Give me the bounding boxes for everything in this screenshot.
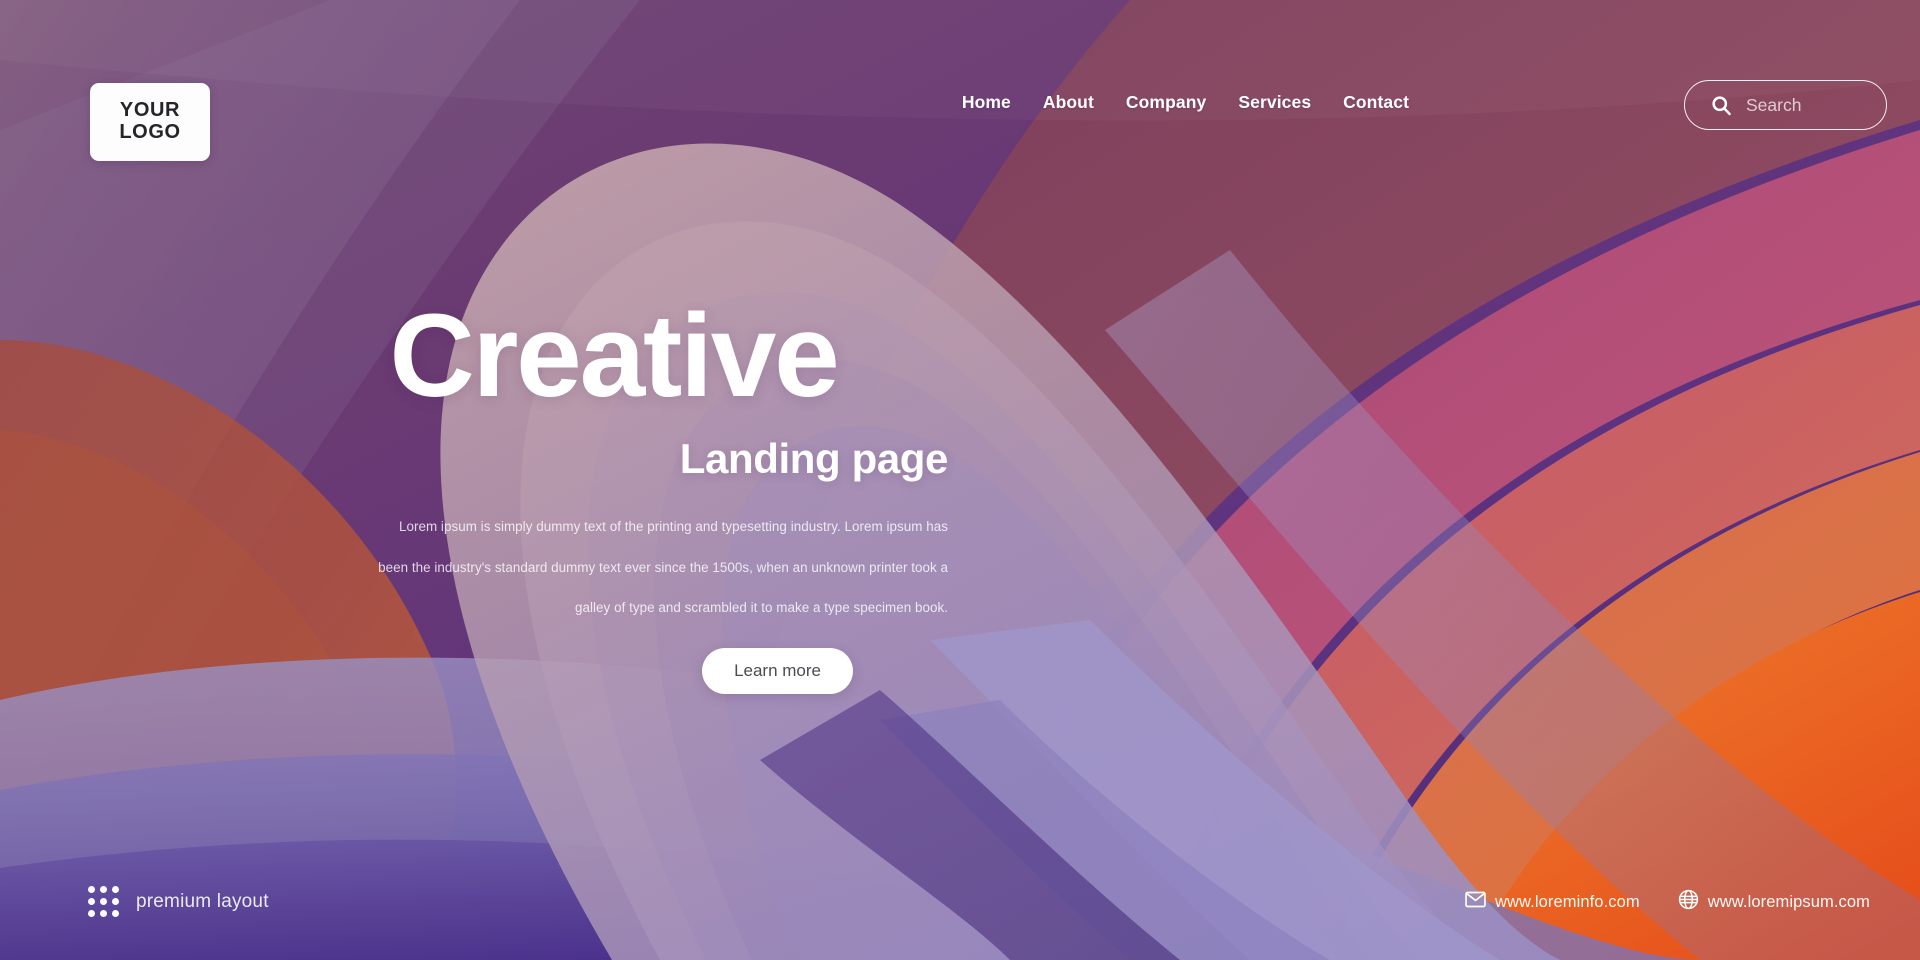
footer-contacts: www.loreminfo.com www.loremipsum.com <box>1465 889 1870 915</box>
premium-layout-badge[interactable]: premium layout <box>88 886 269 917</box>
envelope-icon <box>1465 891 1486 913</box>
landing-page-stage: YOUR LOGO Home About Company Services Co… <box>0 0 1920 960</box>
learn-more-button[interactable]: Learn more <box>702 648 853 695</box>
contact-email-label: www.loreminfo.com <box>1495 892 1640 911</box>
background-artwork <box>0 0 1920 960</box>
nav-item-contact[interactable]: Contact <box>1327 92 1425 113</box>
contact-website[interactable]: www.loremipsum.com <box>1678 889 1870 915</box>
globe-icon <box>1678 889 1699 915</box>
logo[interactable]: YOUR LOGO <box>90 83 210 161</box>
nav-item-about[interactable]: About <box>1027 92 1110 113</box>
nav-item-home[interactable]: Home <box>946 92 1027 113</box>
nav-item-company[interactable]: Company <box>1110 92 1222 113</box>
premium-layout-label: premium layout <box>136 890 269 912</box>
search-box[interactable] <box>1684 80 1887 130</box>
contact-website-label: www.loremipsum.com <box>1707 892 1870 911</box>
main-navigation: Home About Company Services Contact <box>946 92 1425 113</box>
search-icon <box>1710 94 1733 117</box>
nav-item-services[interactable]: Services <box>1222 92 1327 113</box>
logo-line-1: YOUR <box>119 99 181 122</box>
search-input[interactable] <box>1746 94 1856 116</box>
logo-line-2: LOGO <box>119 121 181 143</box>
contact-email[interactable]: www.loreminfo.com <box>1465 891 1640 913</box>
dot-grid-icon <box>88 886 119 917</box>
